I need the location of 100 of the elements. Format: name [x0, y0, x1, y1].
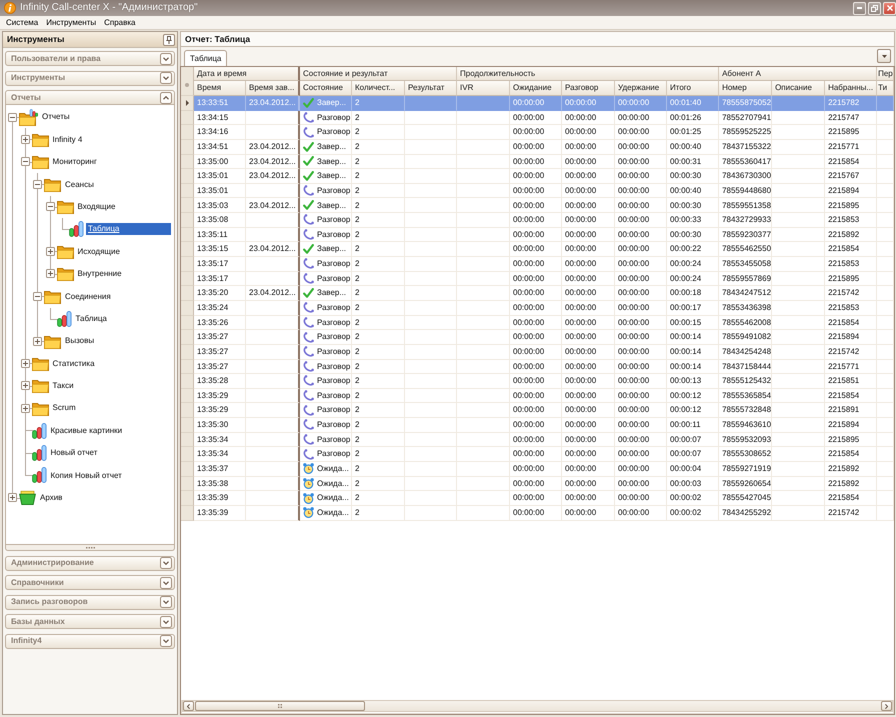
column-header[interactable]: Итого [667, 81, 720, 96]
table-row[interactable]: 13:35:17 Разговор 2 00:00:00 00:00:00 00:00:00 00:00:24 78559557869 2215895 [181, 272, 894, 286]
table-row[interactable]: 13:35:00 23.04.2012... Завер... 2 00:00:00 00:00:00 00:00:00 00:00:31 78555360417 2215854 [181, 154, 894, 170]
menu-item[interactable]: Система [2, 16, 42, 28]
tree-item[interactable]: Мониторинг [50, 156, 99, 168]
scroll-right-button[interactable] [881, 701, 892, 711]
tree-item[interactable]: Вызовы [63, 335, 96, 347]
chevron-down-icon[interactable] [160, 576, 172, 588]
table-row[interactable]: 13:35:34 Разговор 2 00:00:00 00:00:00 00:00:00 00:00:07 78559532093 2215895 [181, 432, 894, 448]
table-row[interactable]: 13:35:01 Разговор 2 00:00:00 00:00:00 00:00:00 00:00:40 78559448680 2215894 [181, 184, 894, 198]
tree-item[interactable]: Такси [50, 380, 76, 392]
tree-item[interactable]: Таблица [86, 223, 171, 235]
tab[interactable]: Таблица [184, 50, 228, 66]
table-row[interactable]: 13:35:29 Разговор 2 00:00:00 00:00:00 00:00:00 00:00:12 78555365854 2215854 [181, 388, 894, 404]
tab-list-button[interactable] [877, 49, 891, 63]
table-row[interactable]: 13:35:08 Разговор 2 00:00:00 00:00:00 00:00:00 00:00:33 78432729933 2215853 [181, 213, 894, 228]
chevron-down-icon[interactable] [160, 616, 172, 628]
column-header[interactable]: Результат [405, 81, 458, 96]
chevron-down-icon[interactable] [160, 596, 172, 608]
tree-item[interactable]: Сеансы [63, 178, 96, 190]
table-row[interactable]: 13:35:28 Разговор 2 00:00:00 00:00:00 00:00:00 00:00:13 78555125432 2215851 [181, 374, 894, 389]
minus-icon[interactable] [46, 202, 54, 212]
column-header[interactable]: Удержание [615, 81, 668, 96]
tree-item[interactable]: Архив [38, 492, 64, 504]
column-header[interactable]: IVR [457, 81, 510, 96]
section-header[interactable]: Инструменты [5, 70, 175, 86]
table-row[interactable]: 13:35:11 Разговор 2 00:00:00 00:00:00 00:00:00 00:00:30 78559230377 2215892 [181, 228, 894, 242]
column-header[interactable]: Набранны... [825, 81, 878, 96]
column-header[interactable]: Разговор [562, 81, 616, 96]
column-header[interactable]: Номер [719, 81, 772, 96]
plus-icon[interactable] [20, 135, 30, 144]
minus-icon[interactable] [33, 180, 42, 189]
tree-item[interactable]: Входящие [76, 200, 118, 213]
table-row[interactable]: 13:35:39 Ожида... 2 00:00:00 00:00:00 00:00:00 00:00:02 78555427045 2215854 [181, 491, 894, 506]
chevron-down-icon[interactable] [160, 52, 172, 64]
column-header[interactable]: Время [194, 81, 246, 96]
chevron-down-icon[interactable] [160, 72, 172, 84]
splitter-handle[interactable] [5, 545, 175, 551]
table-row[interactable]: 13:34:16 Разговор 2 00:00:00 00:00:00 00:00:00 00:01:25 78559525225 2215895 [181, 125, 894, 140]
pin-icon[interactable] [163, 34, 175, 46]
chevron-up-icon[interactable] [160, 92, 172, 104]
table-row[interactable]: 13:35:27 Разговор 2 00:00:00 00:00:00 00:00:00 00:00:14 78559491082 2215894 [181, 330, 894, 345]
table-row[interactable]: 13:35:17 Разговор 2 00:00:00 00:00:00 00:00:00 00:00:24 78553455058 2215853 [181, 257, 894, 272]
table-row[interactable]: 13:35:26 Разговор 2 00:00:00 00:00:00 00:00:00 00:00:15 78555462008 2215854 [181, 316, 894, 330]
minus-icon[interactable] [33, 292, 42, 301]
section-header[interactable]: Infinity4 [5, 634, 175, 648]
table-row[interactable]: 13:35:24 Разговор 2 00:00:00 00:00:00 00:00:00 00:00:17 78553436398 2215853 [181, 300, 894, 316]
minus-icon[interactable] [20, 157, 30, 166]
plus-icon[interactable] [8, 493, 17, 502]
tree-item[interactable]: Соединения [63, 290, 113, 302]
table-row[interactable]: 13:35:39 Ожида... 2 00:00:00 00:00:00 00:00:00 00:00:02 78434255292 2215742 [181, 506, 894, 521]
tree-item[interactable]: Scrum [50, 402, 78, 414]
scrollbar-thumb[interactable] [195, 701, 365, 711]
alarm-clock-icon [303, 463, 314, 474]
table-row[interactable]: 13:35:38 Ожида... 2 00:00:00 00:00:00 00:00:00 00:00:03 78559260654 2215892 [181, 476, 894, 492]
tree-item[interactable]: Статистика [50, 358, 97, 370]
menu-item[interactable]: Справка [100, 16, 140, 28]
table-row[interactable]: 13:35:15 23.04.2012... Завер... 2 00:00:00 00:00:00 00:00:00 00:00:22 78555462550 2215854 [181, 242, 894, 258]
close-button[interactable] [883, 2, 896, 14]
table-row[interactable]: 13:35:29 Разговор 2 00:00:00 00:00:00 00:00:00 00:00:12 78555732848 2215891 [181, 403, 894, 418]
table-row[interactable]: 13:35:27 Разговор 2 00:00:00 00:00:00 00:00:00 00:00:14 78437158444 2215771 [181, 360, 894, 374]
minus-icon[interactable] [8, 112, 17, 122]
column-header[interactable]: Количест... [352, 81, 406, 96]
section-header[interactable]: Запись разговоров [5, 594, 175, 610]
chevron-down-icon[interactable] [160, 557, 172, 569]
table-row[interactable]: 13:35:30 Разговор 2 00:00:00 00:00:00 00:00:00 00:00:11 78559463610 2215894 [181, 418, 894, 433]
tree-item[interactable]: Новый отчет [48, 447, 100, 459]
column-header[interactable]: Ти [877, 81, 894, 96]
chevron-down-icon[interactable] [160, 635, 172, 647]
scroll-left-button[interactable] [183, 701, 194, 711]
column-header[interactable]: Ожидание [510, 81, 562, 96]
table-row[interactable]: 13:34:15 Разговор 2 00:00:00 00:00:00 00:00:00 00:01:26 78552707941 2215747 [181, 110, 894, 126]
row-header[interactable] [181, 96, 194, 111]
table-row[interactable]: 13:35:27 Разговор 2 00:00:00 00:00:00 00:00:00 00:00:14 78434254248 2215742 [181, 344, 894, 360]
tree-item[interactable]: Исходящие [76, 246, 122, 258]
tree-item[interactable]: Infinity 4 [50, 134, 84, 146]
plus-icon[interactable] [20, 381, 30, 390]
plus-icon[interactable] [46, 247, 54, 256]
tree-item[interactable]: Копия Новый отчет [48, 470, 124, 482]
table-row[interactable]: 13:35:01 23.04.2012... Завер... 2 00:00:00 00:00:00 00:00:00 00:00:30 78436730300 2215767 [181, 169, 894, 184]
table-row[interactable]: 13:35:37 Ожида... 2 00:00:00 00:00:00 00:00:00 00:00:04 78559271919 2215892 [181, 462, 894, 477]
table-row[interactable]: 13:35:03 23.04.2012... Завер... 2 00:00:00 00:00:00 00:00:00 00:00:30 78559551358 2215895 [181, 198, 894, 214]
restore-button[interactable] [868, 2, 881, 14]
section-header[interactable]: Администрирование [5, 556, 175, 570]
column-header[interactable]: Время зав... [246, 81, 300, 96]
tree-item[interactable]: Отчеты [40, 111, 72, 123]
tree-item[interactable]: Красивые картинки [48, 424, 124, 436]
minimize-button[interactable] [853, 2, 866, 14]
menu-item[interactable]: Инструменты [42, 16, 100, 28]
tree-item[interactable]: Внутренние [76, 268, 124, 280]
tree-item[interactable]: Таблица [74, 312, 109, 324]
column-header[interactable]: Описание [772, 81, 826, 96]
plus-icon[interactable] [33, 336, 42, 346]
table-row[interactable]: 13:34:51 23.04.2012... Завер... 2 00:00:00 00:00:00 00:00:00 00:00:40 78437155322 2215771 [181, 140, 894, 155]
table-row[interactable]: 13:35:34 Разговор 2 00:00:00 00:00:00 00:00:00 00:00:07 78555308652 2215854 [181, 447, 894, 462]
plus-icon[interactable] [20, 404, 30, 413]
plus-icon[interactable] [20, 358, 30, 368]
column-header[interactable]: Состояние [300, 81, 352, 96]
table-row[interactable]: 13:35:20 23.04.2012... Завер... 2 00:00:00 00:00:00 00:00:00 00:00:18 78434247512 2215742 [181, 286, 894, 301]
plus-icon[interactable] [46, 269, 54, 278]
